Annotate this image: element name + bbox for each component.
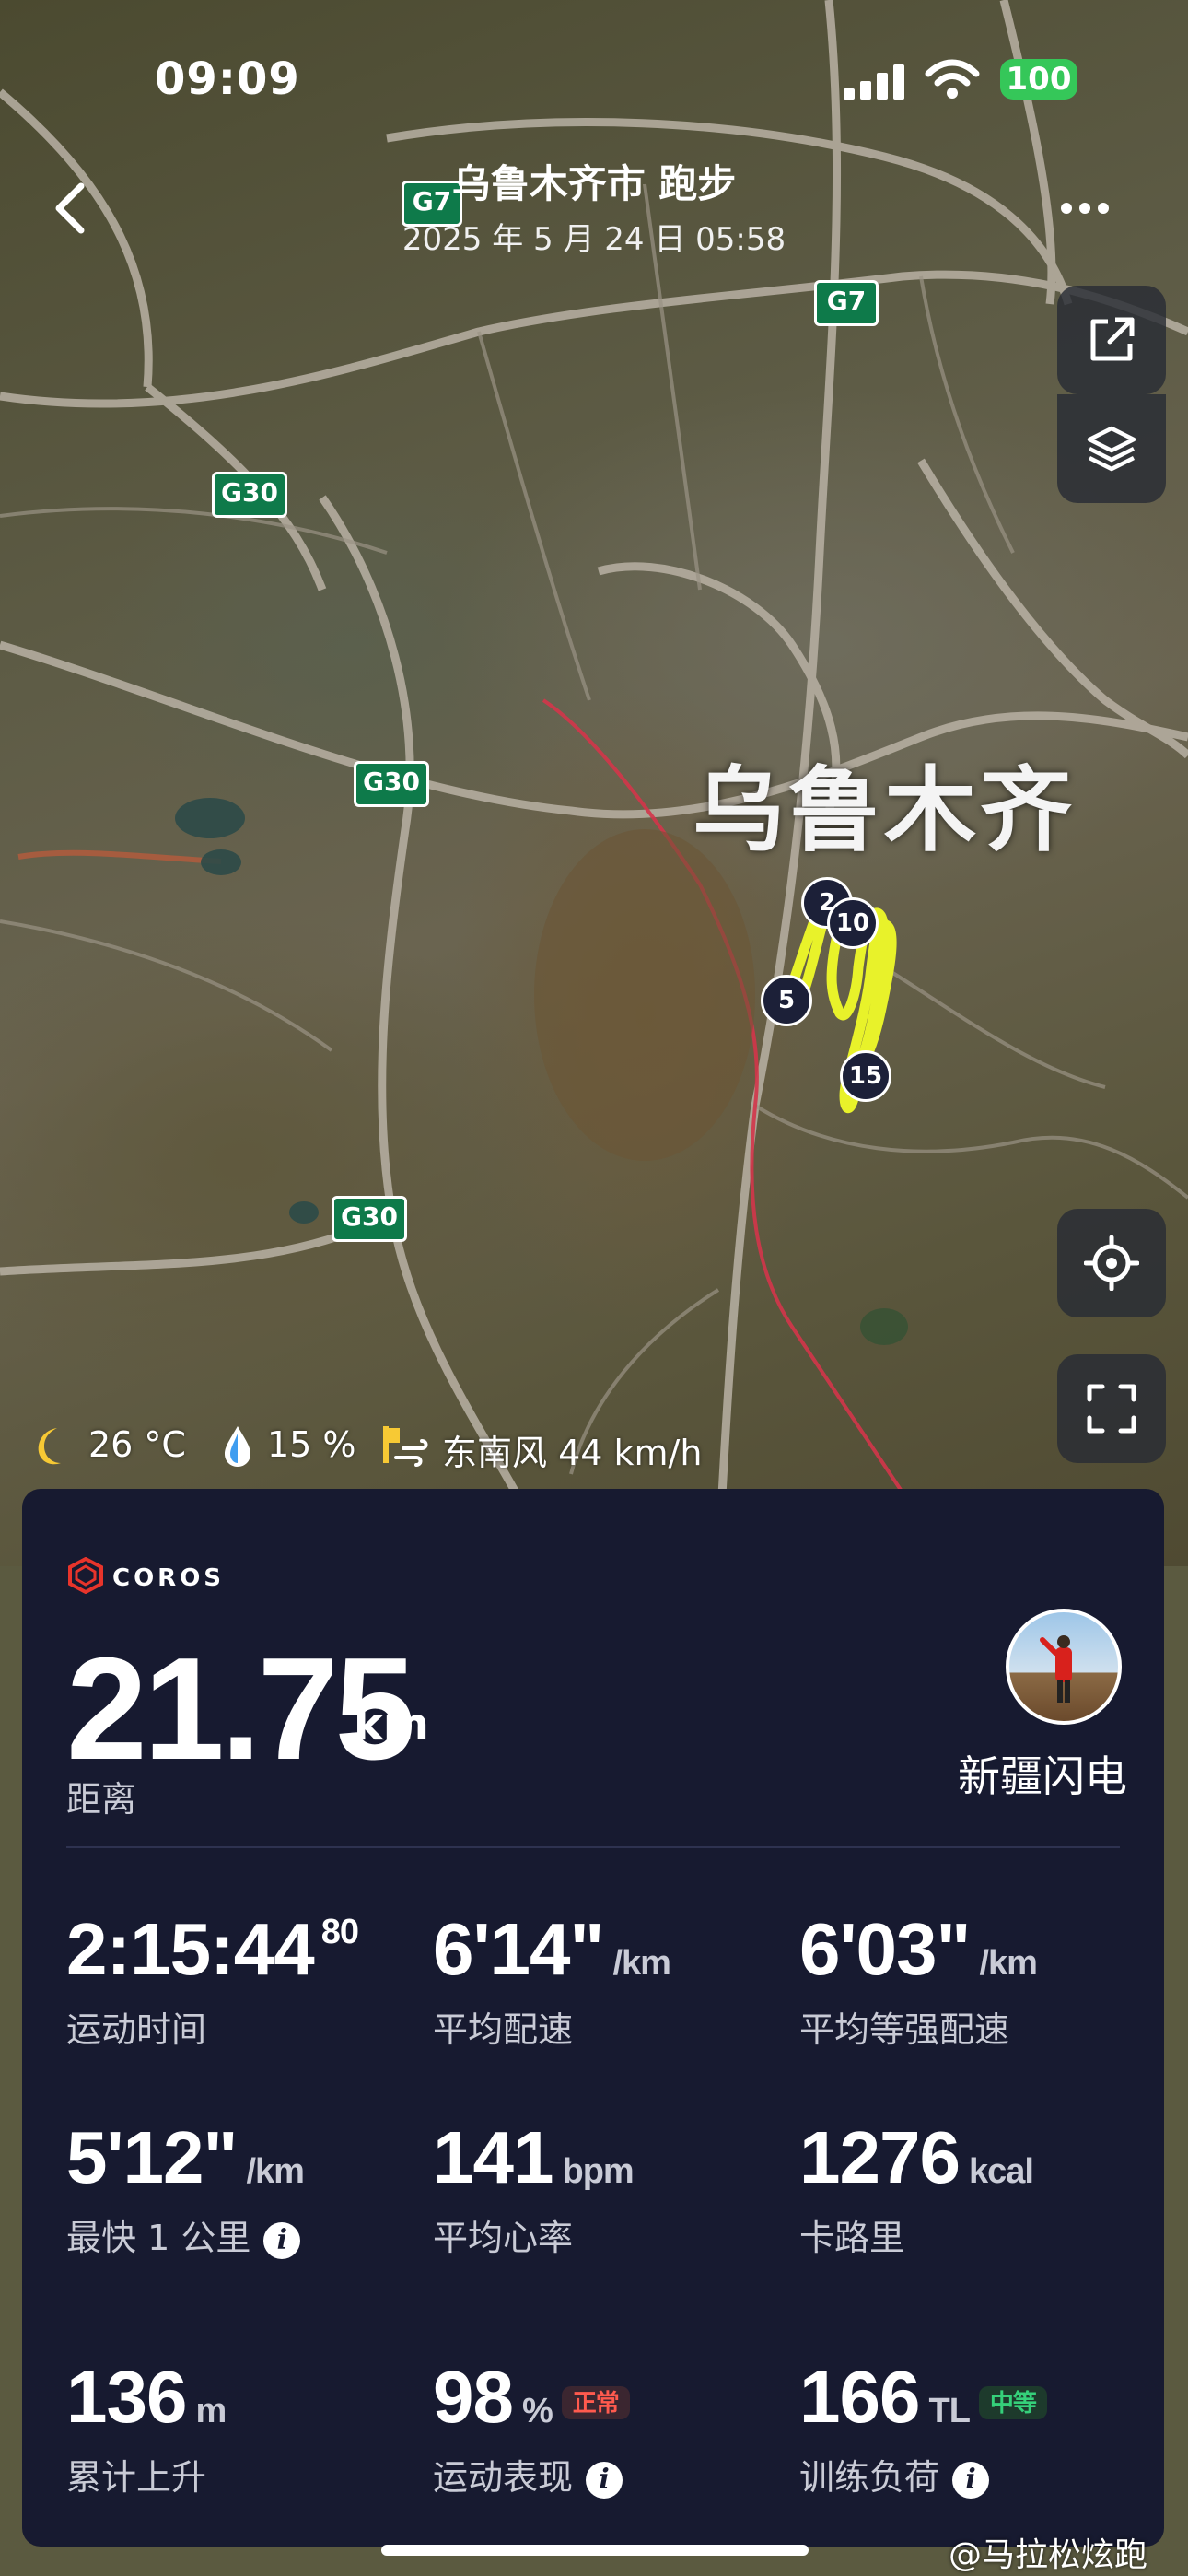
share-button[interactable] bbox=[1057, 286, 1166, 394]
highway-badge: G7 bbox=[814, 280, 879, 326]
stat-value: 136 m bbox=[66, 2356, 227, 2438]
temperature: 26 °C bbox=[88, 1424, 186, 1465]
km-marker: 5 bbox=[761, 975, 812, 1026]
stat-value: 1276 kcal bbox=[799, 2116, 1034, 2198]
stat-performance: 98% 正常 运动表现 i bbox=[433, 2360, 783, 2499]
layers-button[interactable] bbox=[1057, 394, 1166, 503]
locate-icon bbox=[1084, 1235, 1139, 1291]
stat-value: 6'14"/km bbox=[433, 1908, 671, 1990]
info-icon[interactable]: i bbox=[586, 2461, 623, 2499]
avatar[interactable] bbox=[1006, 1609, 1122, 1725]
watermark: @马拉松炫跑 bbox=[949, 2536, 1148, 2574]
stat-label: 平均等强配速 bbox=[799, 2009, 1010, 2050]
stat-value: 166 TL 中等 bbox=[799, 2360, 1047, 2434]
wind-icon bbox=[383, 1426, 428, 1467]
stat-label: 平均心率 bbox=[433, 2218, 574, 2258]
status-badge: 正常 bbox=[561, 2385, 630, 2419]
signal-icon bbox=[844, 64, 904, 103]
activity-summary-card: COROS 21.75 km 距离 新疆闪电 2:15:44 80 运动时间 6'… bbox=[22, 1489, 1164, 2547]
share-icon bbox=[1090, 317, 1135, 361]
status-badge: 中等 bbox=[978, 2385, 1047, 2419]
brand-name: COROS bbox=[112, 1564, 226, 1592]
stat-value: 5'12"/km bbox=[66, 2116, 305, 2198]
clock: 09:09 bbox=[155, 53, 300, 105]
moon-icon bbox=[38, 1428, 61, 1465]
stat-label: 训练负荷 i bbox=[799, 2449, 990, 2500]
stat-duration: 2:15:44 80 运动时间 bbox=[66, 1913, 416, 2051]
user-name[interactable]: 新疆闪电 bbox=[934, 1743, 1127, 1804]
distance-unit: km bbox=[354, 1699, 429, 1751]
highway-badge: G30 bbox=[332, 1196, 407, 1242]
status-bar: 09:09 100 bbox=[0, 0, 1188, 138]
stat-value: 6'03"/km bbox=[799, 1908, 1038, 1990]
distance-label: 距离 bbox=[66, 1779, 137, 1820]
divider bbox=[66, 1846, 1120, 1848]
locate-button[interactable] bbox=[1057, 1209, 1166, 1317]
humidity: 15 % bbox=[267, 1424, 356, 1465]
stat-label: 卡路里 bbox=[799, 2218, 905, 2258]
coros-logo-icon bbox=[68, 1557, 103, 1594]
more-button[interactable] bbox=[1057, 190, 1112, 227]
humidity-icon bbox=[225, 1426, 250, 1467]
layers-icon bbox=[1087, 426, 1136, 472]
stat-fastest-km: 5'12"/km 最快 1 公里 i bbox=[66, 2121, 416, 2259]
home-indicator[interactable] bbox=[381, 2545, 809, 2556]
info-icon[interactable]: i bbox=[263, 2221, 301, 2259]
stat-label: 运动时间 bbox=[66, 2009, 207, 2050]
highway-badge: G30 bbox=[354, 761, 429, 807]
stat-label: 最快 1 公里 i bbox=[66, 2209, 301, 2260]
info-icon[interactable]: i bbox=[952, 2461, 990, 2499]
weather-row: 26 °C 15 % 东南风 44 km/h bbox=[26, 1417, 855, 1473]
battery-indicator: 100 bbox=[1000, 59, 1077, 100]
wifi-icon bbox=[925, 59, 980, 103]
stat-label: 运动表现 i bbox=[433, 2449, 623, 2500]
stat-avg-pace: 6'14"/km 平均配速 bbox=[433, 1913, 783, 2051]
wind: 东南风 44 km/h bbox=[442, 1433, 703, 1473]
city-label: 乌鲁木齐 bbox=[693, 756, 1076, 864]
km-marker: 15 bbox=[840, 1050, 891, 1102]
stat-calories: 1276 kcal 卡路里 bbox=[799, 2121, 1149, 2259]
fullscreen-icon bbox=[1087, 1384, 1136, 1434]
stat-value: 141 bpm bbox=[433, 2116, 635, 2198]
stat-elevation-gain: 136 m 累计上升 bbox=[66, 2360, 416, 2499]
user-photo bbox=[1040, 1635, 1072, 1703]
stat-value: 98% 正常 bbox=[433, 2360, 630, 2434]
highway-badge: G30 bbox=[212, 472, 287, 518]
stat-avg-grade-adjusted-pace: 6'03"/km 平均等强配速 bbox=[799, 1913, 1149, 2051]
stat-training-load: 166 TL 中等 训练负荷 i bbox=[799, 2360, 1149, 2499]
stat-avg-heart-rate: 141 bpm 平均心率 bbox=[433, 2121, 783, 2259]
stat-label: 累计上升 bbox=[66, 2457, 207, 2498]
stat-value: 2:15:44 80 bbox=[66, 1908, 359, 1990]
page-title: 乌鲁木齐市 跑步 bbox=[451, 161, 737, 206]
fullscreen-button[interactable] bbox=[1057, 1354, 1166, 1463]
activity-datetime: 2025 年 5 月 24 日 05:58 bbox=[402, 221, 786, 258]
stat-label: 平均配速 bbox=[433, 2009, 574, 2050]
more-icon bbox=[1061, 203, 1109, 214]
km-marker: 10 bbox=[827, 897, 879, 949]
